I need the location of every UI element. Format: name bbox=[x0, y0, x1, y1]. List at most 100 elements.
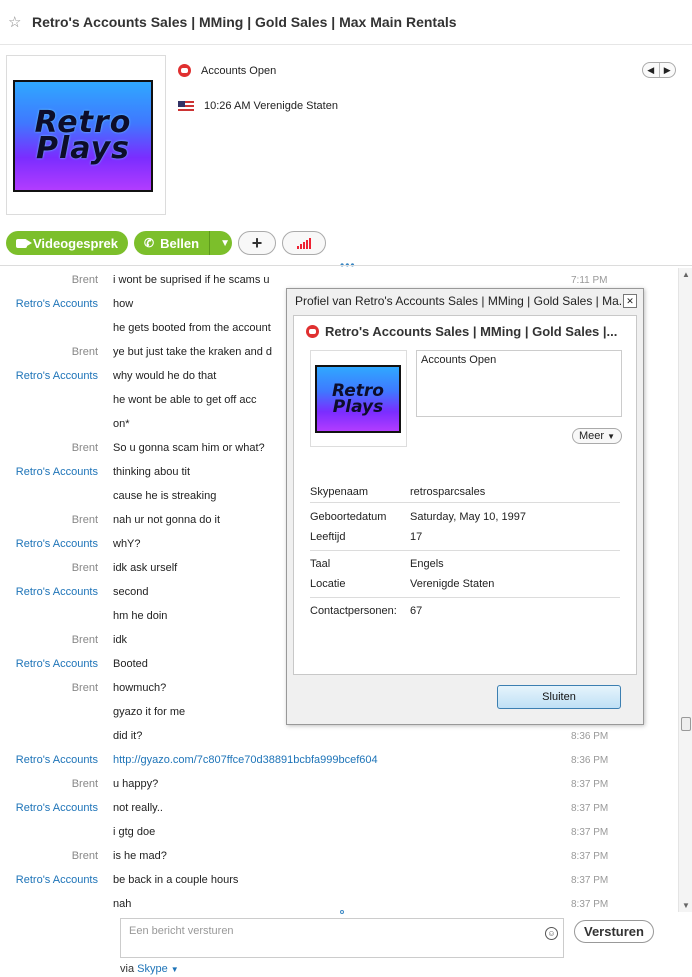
video-camera-icon bbox=[16, 238, 32, 248]
chevron-left-icon[interactable]: ◀ bbox=[643, 63, 660, 77]
message-sender[interactable]: Retro's Accounts bbox=[0, 466, 113, 478]
skype-chat-window: ☆ Retro's Accounts Sales | MMing | Gold … bbox=[0, 0, 692, 977]
dialog-title: Profiel van Retro's Accounts Sales | MMi… bbox=[295, 294, 629, 308]
send-button[interactable]: Versturen bbox=[574, 920, 654, 943]
close-icon[interactable]: ✕ bbox=[623, 294, 637, 308]
message-sender[interactable]: Retro's Accounts bbox=[0, 298, 113, 310]
field-label-birthdate: Geboortedatum bbox=[310, 511, 387, 523]
favorite-star-icon[interactable]: ☆ bbox=[8, 13, 24, 31]
chevron-down-icon[interactable]: ▼ bbox=[220, 238, 230, 249]
message-placeholder: Een bericht versturen bbox=[129, 925, 234, 937]
composer-resize-handle[interactable] bbox=[340, 910, 344, 914]
contact-avatar[interactable]: Retro Plays bbox=[6, 55, 166, 215]
chevron-right-icon[interactable]: ▶ bbox=[660, 63, 676, 77]
message-sender[interactable]: Retro's Accounts bbox=[0, 874, 113, 886]
mood-row: Accounts Open bbox=[178, 64, 276, 77]
emoticon-icon[interactable]: ☺ bbox=[545, 927, 558, 940]
field-value-language: Engels bbox=[410, 558, 444, 570]
message-sender[interactable]: Brent bbox=[0, 346, 113, 358]
profile-dialog: Profiel van Retro's Accounts Sales | MMi… bbox=[286, 288, 644, 725]
message-sender[interactable]: Retro's Accounts bbox=[0, 802, 113, 814]
message-sender[interactable]: Retro's Accounts bbox=[0, 586, 113, 598]
profile-divider bbox=[310, 597, 620, 598]
message-sender[interactable]: Brent bbox=[0, 634, 113, 646]
contact-title: Retro's Accounts Sales | MMing | Gold Sa… bbox=[32, 14, 457, 30]
message-row: i gtg doe 8:37 PM bbox=[0, 820, 678, 844]
field-label-location: Locatie bbox=[310, 578, 346, 590]
message-timestamp: 8:37 PM bbox=[571, 826, 609, 838]
location-row: 10:26 AM Verenigde Staten bbox=[178, 100, 338, 112]
message-timestamp: 8:37 PM bbox=[571, 778, 609, 790]
field-label-contacts: Contactpersonen: bbox=[310, 605, 397, 617]
more-button[interactable]: Meer ▼ bbox=[572, 428, 622, 444]
message-sender[interactable]: Brent bbox=[0, 562, 113, 574]
message-sender[interactable]: Retro's Accounts bbox=[0, 754, 113, 766]
chevron-down-icon: ▼ bbox=[607, 432, 616, 441]
message-sender[interactable]: Brent bbox=[0, 682, 113, 694]
message-sender[interactable]: Brent bbox=[0, 514, 113, 526]
profile-mood-box: Accounts Open bbox=[416, 350, 622, 417]
send-via: via Skype ▼ bbox=[120, 963, 179, 975]
header-divider bbox=[0, 44, 692, 45]
message-row: Brent u happy? 8:37 PM bbox=[0, 772, 678, 796]
phone-icon: ✆ bbox=[144, 236, 155, 250]
conversation-scrollbar[interactable]: ▲ ▼ bbox=[678, 268, 692, 912]
scroll-up-icon[interactable]: ▲ bbox=[682, 270, 690, 279]
message-row: Retro's Accounts http://gyazo.com/7c807ff… bbox=[0, 748, 678, 772]
call-actions: Videogesprek ✆ Bellen ▼ + bbox=[6, 231, 326, 255]
message-text: u happy? bbox=[113, 778, 159, 790]
retro-plays-logo: Retro Plays bbox=[13, 80, 153, 192]
profile-avatar: Retro Plays bbox=[310, 350, 407, 447]
message-sender[interactable]: Retro's Accounts bbox=[0, 658, 113, 670]
logo-text-bottom: Plays bbox=[35, 131, 130, 166]
message-row: Retro's Accounts not really.. 8:37 PM bbox=[0, 796, 678, 820]
add-button[interactable]: + bbox=[238, 231, 276, 255]
profile-pager: ◀ ▶ bbox=[642, 62, 676, 78]
message-sender[interactable]: Retro's Accounts bbox=[0, 370, 113, 382]
field-value-contacts: 67 bbox=[410, 605, 423, 617]
field-value-birthdate: Saturday, May 10, 1997 bbox=[410, 511, 526, 523]
message-timestamp: 7:11 PM bbox=[571, 274, 608, 286]
field-label-skypename: Skypenaam bbox=[310, 486, 369, 498]
message-sender[interactable]: Brent bbox=[0, 442, 113, 454]
field-value-skypename: retrosparcsales bbox=[410, 486, 486, 498]
message-sender[interactable]: Brent bbox=[0, 274, 113, 286]
title-bar: ☆ Retro's Accounts Sales | MMing | Gold … bbox=[0, 0, 692, 44]
skype-status-icon bbox=[306, 325, 319, 338]
call-quality-button[interactable] bbox=[282, 231, 326, 255]
message-timestamp: 8:37 PM bbox=[571, 898, 609, 910]
scroll-thumb[interactable] bbox=[681, 717, 691, 731]
message-text: i wont be suprised if he scams u bbox=[113, 274, 270, 286]
message-text: be back in a couple hours bbox=[113, 874, 239, 886]
message-input[interactable]: Een bericht versturen ☺ bbox=[120, 918, 564, 958]
message-timestamp: 8:37 PM bbox=[571, 850, 609, 862]
message-link[interactable]: http://gyazo.com/7c807ffce70d38891bcbfa9… bbox=[113, 754, 553, 766]
message-sender[interactable]: Brent bbox=[0, 850, 113, 862]
video-call-button[interactable]: Videogesprek bbox=[6, 231, 128, 255]
message-text: i gtg doe bbox=[113, 826, 156, 838]
message-row: Brent is he mad? 8:37 PM bbox=[0, 844, 678, 868]
message-row: nah 8:37 PM bbox=[0, 892, 678, 912]
profile-name-row: Retro's Accounts Sales | MMing | Gold Sa… bbox=[306, 324, 617, 339]
close-dialog-button[interactable]: Sluiten bbox=[497, 685, 621, 709]
retro-plays-logo: Retro Plays bbox=[315, 365, 401, 433]
call-button[interactable]: ✆ Bellen ▼ bbox=[134, 231, 232, 255]
call-label: Bellen bbox=[160, 235, 200, 251]
scroll-down-icon[interactable]: ▼ bbox=[682, 901, 690, 910]
message-row: Retro's Accounts be back in a couple hour… bbox=[0, 868, 678, 892]
local-time: 10:26 AM Verenigde Staten bbox=[204, 100, 338, 112]
via-service-selector[interactable]: Skype bbox=[137, 963, 168, 975]
field-label-language: Taal bbox=[310, 558, 331, 570]
chevron-down-icon[interactable]: ▼ bbox=[171, 965, 179, 974]
profile-divider bbox=[310, 550, 620, 551]
profile-name: Retro's Accounts Sales | MMing | Gold Sa… bbox=[325, 324, 618, 339]
field-label-age: Leeftijd bbox=[310, 531, 346, 543]
logo-text-bottom: Plays bbox=[332, 397, 384, 417]
toolbar-divider bbox=[0, 265, 692, 266]
signal-bars-icon bbox=[297, 237, 311, 249]
message-sender[interactable]: Brent bbox=[0, 778, 113, 790]
message-timestamp: 8:37 PM bbox=[571, 802, 609, 814]
message-text: not really.. bbox=[113, 802, 163, 814]
message-sender[interactable]: Retro's Accounts bbox=[0, 538, 113, 550]
mood-text: Accounts Open bbox=[201, 64, 277, 77]
